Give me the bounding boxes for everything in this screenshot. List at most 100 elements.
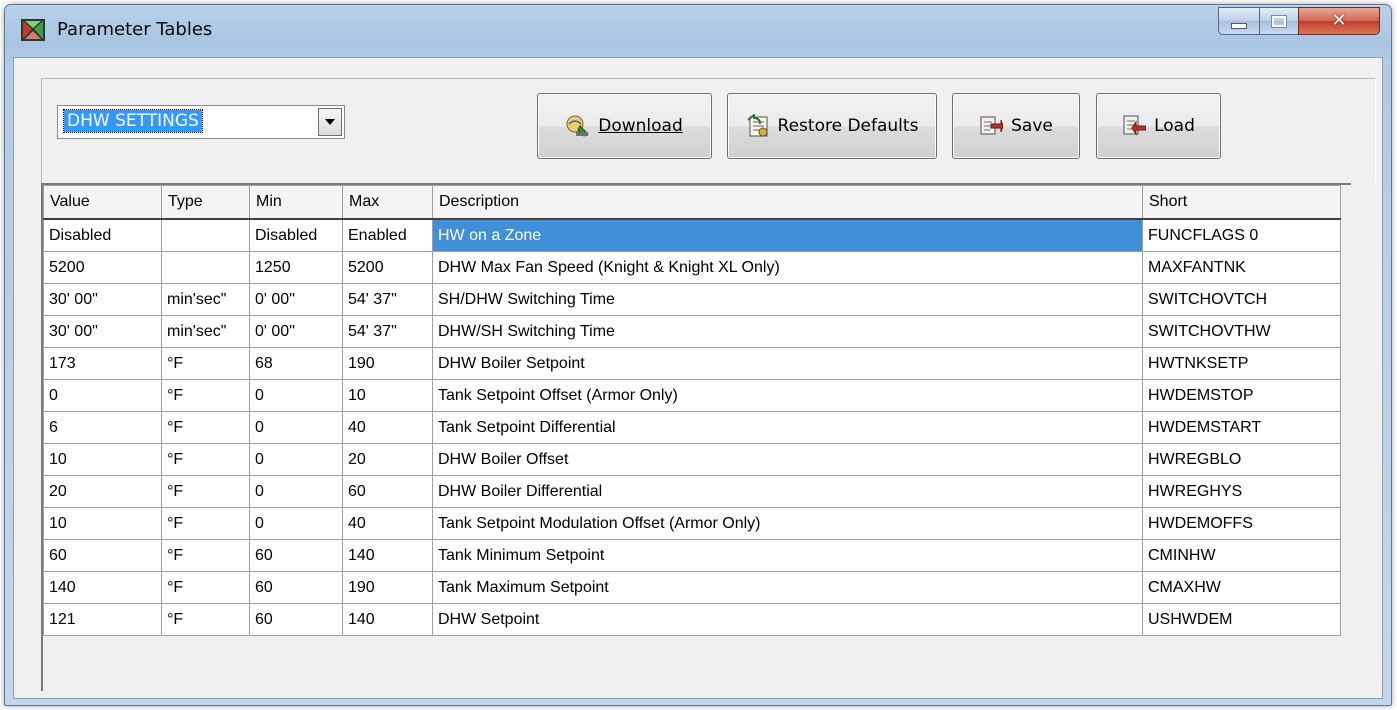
cell-min[interactable]: 0: [249, 507, 343, 540]
column-header-value[interactable]: Value: [43, 185, 162, 220]
cell-description[interactable]: DHW/SH Switching Time: [432, 315, 1143, 348]
cell-short[interactable]: CMAXHW: [1142, 571, 1341, 604]
cell-type[interactable]: °F: [161, 347, 250, 380]
cell-max[interactable]: 140: [342, 539, 433, 572]
cell-short[interactable]: HWDEMSTOP: [1142, 379, 1341, 412]
column-header-max[interactable]: Max: [342, 185, 433, 220]
cell-min[interactable]: Disabled: [249, 218, 343, 252]
cell-type[interactable]: min'sec": [161, 283, 250, 316]
cell-value[interactable]: 0: [43, 379, 162, 412]
table-row[interactable]: 6 °F 0 40 Tank Setpoint Differential HWDEMSTA…: [43, 411, 1341, 444]
cell-short[interactable]: HWDEMOFFS: [1142, 507, 1341, 540]
cell-description[interactable]: DHW Setpoint: [432, 603, 1143, 636]
cell-value[interactable]: 60: [43, 539, 162, 572]
table-select[interactable]: DHW SETTINGS: [57, 105, 345, 139]
cell-value[interactable]: 30' 00": [43, 283, 162, 316]
cell-description[interactable]: Tank Minimum Setpoint: [432, 539, 1143, 572]
table-row[interactable]: 60 °F 60 140 Tank Minimum Setpoint CMINHW: [43, 539, 1341, 572]
cell-type[interactable]: °F: [161, 411, 250, 444]
table-row[interactable]: Disabled Disabled Enabled HW on a Zone FUNCF…: [43, 218, 1341, 252]
cell-type[interactable]: °F: [161, 507, 250, 540]
cell-min[interactable]: 60: [249, 571, 343, 604]
table-row[interactable]: 30' 00" min'sec" 0' 00" 54' 37" SH/DHW Switc…: [43, 283, 1341, 316]
cell-type[interactable]: °F: [161, 443, 250, 476]
cell-value[interactable]: Disabled: [43, 218, 162, 252]
cell-short[interactable]: CMINHW: [1142, 539, 1341, 572]
cell-min[interactable]: 60: [249, 539, 343, 572]
column-header-type[interactable]: Type: [161, 185, 250, 220]
cell-short[interactable]: FUNCFLAGS 0: [1142, 218, 1341, 252]
column-header-min[interactable]: Min: [249, 185, 343, 220]
cell-type[interactable]: °F: [161, 379, 250, 412]
cell-short[interactable]: USHWDEM: [1142, 603, 1341, 636]
cell-max[interactable]: 140: [342, 603, 433, 636]
title-bar[interactable]: Parameter Tables ✕: [5, 5, 1391, 55]
table-row[interactable]: 0 °F 0 10 Tank Setpoint Offset (Armor Only) H…: [43, 379, 1341, 412]
cell-description[interactable]: Tank Maximum Setpoint: [432, 571, 1143, 604]
cell-description[interactable]: SH/DHW Switching Time: [432, 283, 1143, 316]
cell-description[interactable]: Tank Setpoint Differential: [432, 411, 1143, 444]
cell-description[interactable]: DHW Boiler Setpoint: [432, 347, 1143, 380]
cell-description[interactable]: Tank Setpoint Modulation Offset (Armor O…: [432, 507, 1143, 540]
download-button[interactable]: Download: [537, 93, 712, 159]
cell-type[interactable]: °F: [161, 475, 250, 508]
cell-max[interactable]: 60: [342, 475, 433, 508]
cell-max[interactable]: 54' 37": [342, 283, 433, 316]
table-row[interactable]: 10 °F 0 40 Tank Setpoint Modulation Offset (…: [43, 507, 1341, 540]
cell-value[interactable]: 140: [43, 571, 162, 604]
cell-min[interactable]: 1250: [249, 251, 343, 284]
load-button[interactable]: Load: [1096, 93, 1221, 159]
save-button[interactable]: Save: [952, 93, 1080, 159]
cell-short[interactable]: HWTNKSETP: [1142, 347, 1341, 380]
cell-short[interactable]: HWREGHYS: [1142, 475, 1341, 508]
restore-defaults-button[interactable]: Restore Defaults: [727, 93, 937, 159]
cell-max[interactable]: 10: [342, 379, 433, 412]
cell-short[interactable]: MAXFANTNK: [1142, 251, 1341, 284]
cell-max[interactable]: Enabled: [342, 218, 433, 252]
column-header-description[interactable]: Description: [432, 185, 1143, 220]
cell-max[interactable]: 40: [342, 411, 433, 444]
minimize-button[interactable]: [1218, 7, 1260, 35]
cell-value[interactable]: 20: [43, 475, 162, 508]
cell-min[interactable]: 0: [249, 411, 343, 444]
cell-min[interactable]: 0' 00": [249, 315, 343, 348]
cell-max[interactable]: 40: [342, 507, 433, 540]
close-button[interactable]: ✕: [1298, 7, 1380, 35]
cell-value[interactable]: 6: [43, 411, 162, 444]
cell-description[interactable]: DHW Max Fan Speed (Knight & Knight XL On…: [432, 251, 1143, 284]
cell-min[interactable]: 0: [249, 443, 343, 476]
table-row[interactable]: 5200 1250 5200 DHW Max Fan Speed (Knight & …: [43, 251, 1341, 284]
cell-max[interactable]: 5200: [342, 251, 433, 284]
cell-description[interactable]: DHW Boiler Offset: [432, 443, 1143, 476]
cell-max[interactable]: 54' 37": [342, 315, 433, 348]
cell-description[interactable]: Tank Setpoint Offset (Armor Only): [432, 379, 1143, 412]
maximize-button[interactable]: [1259, 7, 1299, 35]
cell-short[interactable]: HWDEMSTART: [1142, 411, 1341, 444]
table-row[interactable]: 121 °F 60 140 DHW Setpoint USHWDEM: [43, 603, 1341, 636]
table-row[interactable]: 30' 00" min'sec" 0' 00" 54' 37" DHW/SH Switc…: [43, 315, 1341, 348]
cell-value[interactable]: 30' 00": [43, 315, 162, 348]
table-row[interactable]: 20 °F 0 60 DHW Boiler Differential HWREGHYS: [43, 475, 1341, 508]
cell-value[interactable]: 121: [43, 603, 162, 636]
cell-short[interactable]: SWITCHOVTHW: [1142, 315, 1341, 348]
table-row[interactable]: 173 °F 68 190 DHW Boiler Setpoint HWTNKSETP: [43, 347, 1341, 380]
table-row[interactable]: 140 °F 60 190 Tank Maximum Setpoint CMAXHW: [43, 571, 1341, 604]
cell-value[interactable]: 10: [43, 443, 162, 476]
cell-description[interactable]: HW on a Zone: [432, 218, 1143, 252]
cell-short[interactable]: SWITCHOVTCH: [1142, 283, 1341, 316]
cell-type[interactable]: °F: [161, 603, 250, 636]
cell-type[interactable]: °F: [161, 571, 250, 604]
cell-max[interactable]: 190: [342, 347, 433, 380]
parameter-grid[interactable]: Value Type Min Max Description Short Dis…: [41, 183, 1351, 691]
table-row[interactable]: 10 °F 0 20 DHW Boiler Offset HWREGBLO: [43, 443, 1341, 476]
cell-value[interactable]: 5200: [43, 251, 162, 284]
cell-max[interactable]: 20: [342, 443, 433, 476]
cell-min[interactable]: 68: [249, 347, 343, 380]
cell-type[interactable]: [161, 218, 250, 252]
cell-type[interactable]: °F: [161, 539, 250, 572]
cell-min[interactable]: 0' 00": [249, 283, 343, 316]
table-select-dropdown-button[interactable]: [318, 108, 342, 136]
cell-min[interactable]: 0: [249, 475, 343, 508]
cell-min[interactable]: 0: [249, 379, 343, 412]
cell-type[interactable]: min'sec": [161, 315, 250, 348]
